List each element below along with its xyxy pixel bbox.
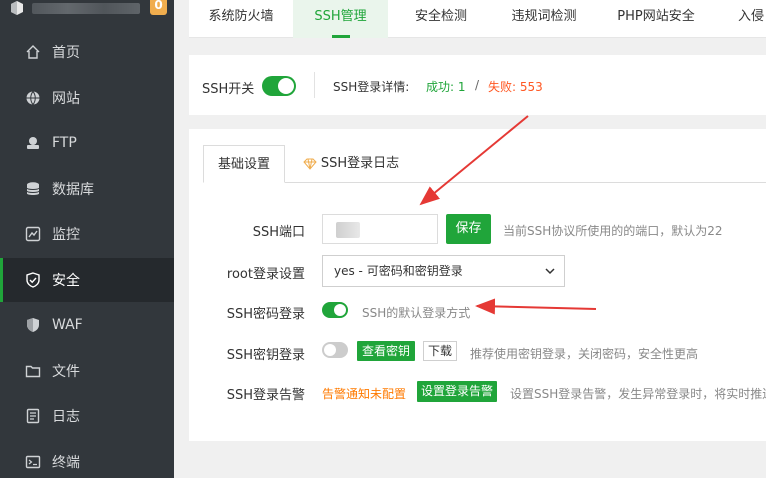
- tab-firewall[interactable]: 系统防火墙: [189, 0, 293, 38]
- subtab-label: SSH登录日志: [320, 156, 400, 171]
- server-logo-icon: [11, 1, 23, 15]
- set-login-alert-button[interactable]: 设置登录告警: [417, 381, 497, 402]
- subtab-basic-settings[interactable]: 基础设置: [203, 145, 285, 183]
- ssh-login-detail-label: SSH登录详情:: [333, 80, 410, 94]
- tab-security-scan[interactable]: 安全检测: [388, 0, 494, 38]
- folder-icon: [25, 363, 41, 379]
- sidebar-item-website[interactable]: 网站: [0, 76, 174, 120]
- monitor-icon: [25, 226, 41, 242]
- sidebar-item-label: 监控: [52, 227, 80, 243]
- globe-icon: [25, 90, 41, 106]
- sidebar-item-terminal[interactable]: 终端: [0, 440, 174, 478]
- sidebar-item-label: 数据库: [52, 182, 94, 198]
- ssh-port-hint: 当前SSH协议所使用的的端口，默认为22: [503, 224, 723, 238]
- sidebar-item-logs[interactable]: 日志: [0, 394, 174, 438]
- sidebar-item-label: 日志: [52, 409, 80, 425]
- password-login-toggle[interactable]: [322, 302, 348, 318]
- home-icon: [25, 44, 41, 60]
- sidebar-item-monitor[interactable]: 监控: [0, 212, 174, 256]
- password-login-hint: SSH的默认登录方式: [362, 306, 471, 320]
- sidebar-item-files[interactable]: 文件: [0, 349, 174, 393]
- key-login-toggle[interactable]: [322, 342, 348, 358]
- download-key-button[interactable]: 下载: [423, 341, 457, 361]
- subtab-ssh-login-log[interactable]: SSH登录日志: [296, 145, 406, 183]
- tab-ssh-management[interactable]: SSH管理: [293, 0, 388, 38]
- tab-intrusion[interactable]: 入侵: [718, 0, 766, 38]
- view-key-button[interactable]: 查看密钥: [357, 341, 415, 361]
- sidebar-item-label: FTP: [52, 135, 77, 151]
- shield-icon: [25, 317, 41, 333]
- ssh-port-label: SSH端口: [252, 225, 305, 240]
- login-fail-count[interactable]: 失败: 553: [488, 78, 543, 95]
- sidebar-item-label: 文件: [52, 364, 80, 380]
- sidebar-item-ftp[interactable]: FTP: [0, 121, 174, 165]
- sidebar-item-label: 网站: [52, 91, 80, 107]
- sidebar-header: 0: [0, 0, 174, 26]
- server-name-blurred: [32, 3, 140, 14]
- sidebar-item-label: WAF: [52, 317, 83, 333]
- log-icon: [25, 408, 41, 424]
- sidebar-item-waf[interactable]: WAF: [0, 303, 174, 347]
- alert-not-configured-status: 告警通知未配置: [322, 387, 407, 401]
- ftp-icon: [25, 135, 41, 151]
- tab-php-security[interactable]: PHP网站安全: [594, 0, 718, 38]
- sidebar-item-security[interactable]: 安全: [0, 258, 174, 302]
- ssh-switch-label: SSH开关: [202, 82, 255, 97]
- login-alert-hint: 设置SSH登录告警，发生异常登录时，将实时推送: [510, 387, 766, 401]
- key-login-label: SSH密钥登录: [226, 348, 305, 363]
- sidebar-item-label: 首页: [52, 45, 80, 61]
- sidebar: 0 首页 网站 FTP 数据库 监控 安全 WAF 文件 日志 终端: [0, 0, 174, 478]
- chevron-down-icon: [545, 268, 555, 275]
- subtab-divider: [203, 182, 766, 183]
- diamond-icon: [303, 158, 317, 170]
- shield-check-icon: [25, 272, 41, 288]
- root-login-label: root登录设置: [226, 267, 305, 282]
- sidebar-item-database[interactable]: 数据库: [0, 167, 174, 211]
- login-success-count[interactable]: 成功: 1: [426, 78, 466, 95]
- ssh-switch-toggle[interactable]: [262, 76, 296, 96]
- sidebar-item-label: 安全: [52, 273, 80, 289]
- ssh-port-value-blurred: [336, 222, 360, 238]
- tab-violation-words[interactable]: 违规词检测: [494, 0, 594, 38]
- login-alert-label: SSH登录告警: [226, 388, 305, 403]
- root-login-select[interactable]: yes - 可密码和密钥登录: [322, 255, 565, 287]
- divider: [314, 72, 315, 98]
- notification-badge[interactable]: 0: [150, 0, 167, 15]
- database-icon: [25, 181, 41, 197]
- terminal-icon: [25, 454, 41, 470]
- password-login-label: SSH密码登录: [226, 307, 305, 322]
- root-login-value: yes - 可密码和密钥登录: [334, 264, 463, 278]
- sidebar-item-label: 终端: [52, 455, 80, 471]
- key-login-hint: 推荐使用密钥登录，关闭密码，安全性更高: [470, 347, 699, 361]
- save-port-button[interactable]: 保存: [446, 214, 491, 244]
- sidebar-item-home[interactable]: 首页: [0, 30, 174, 74]
- count-separator: /: [475, 78, 480, 92]
